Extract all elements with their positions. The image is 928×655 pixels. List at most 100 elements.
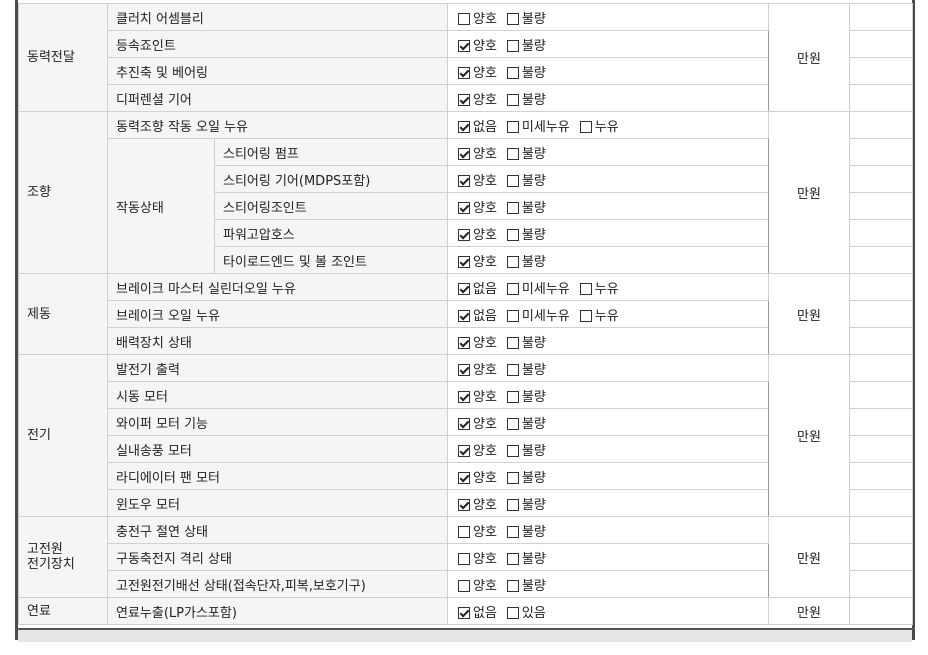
- checkbox[interactable]: [458, 579, 470, 592]
- checkbox[interactable]: [506, 12, 519, 25]
- option[interactable]: 양호: [458, 359, 497, 378]
- option[interactable]: 불량: [506, 575, 546, 594]
- checkbox[interactable]: [506, 552, 519, 565]
- checkbox[interactable]: [579, 282, 592, 295]
- option[interactable]: 없음: [458, 602, 497, 621]
- checkbox[interactable]: [506, 417, 519, 430]
- checkbox[interactable]: [506, 120, 519, 133]
- input-cell[interactable]: [849, 111, 913, 139]
- option[interactable]: 양호: [458, 8, 497, 27]
- checkbox[interactable]: [458, 390, 470, 403]
- option[interactable]: 양호: [458, 494, 497, 513]
- option[interactable]: 없음: [458, 278, 497, 297]
- checkbox[interactable]: [458, 471, 470, 484]
- option[interactable]: 양호: [458, 251, 497, 270]
- checkbox[interactable]: [458, 147, 470, 160]
- checkbox[interactable]: [506, 525, 519, 538]
- checkbox[interactable]: [458, 39, 470, 52]
- option[interactable]: 양호: [458, 440, 497, 459]
- option[interactable]: 양호: [458, 224, 497, 243]
- checkbox[interactable]: [506, 255, 519, 268]
- option[interactable]: 불량: [506, 251, 546, 270]
- option[interactable]: 양호: [458, 386, 497, 405]
- option[interactable]: 누유: [579, 305, 619, 324]
- option[interactable]: 양호: [458, 413, 497, 432]
- checkbox[interactable]: [458, 444, 470, 457]
- input-cell[interactable]: [849, 219, 913, 247]
- option[interactable]: 불량: [506, 386, 546, 405]
- option[interactable]: 불량: [506, 440, 546, 459]
- checkbox[interactable]: [579, 309, 592, 322]
- option[interactable]: 없음: [458, 116, 497, 135]
- checkbox[interactable]: [458, 228, 470, 241]
- input-cell[interactable]: [849, 570, 913, 598]
- checkbox[interactable]: [458, 174, 470, 187]
- input-cell[interactable]: [849, 138, 913, 166]
- checkbox[interactable]: [506, 390, 519, 403]
- option[interactable]: 양호: [458, 575, 497, 594]
- input-cell[interactable]: [849, 3, 913, 31]
- checkbox[interactable]: [458, 12, 470, 25]
- option[interactable]: 불량: [506, 170, 546, 189]
- option[interactable]: 양호: [458, 521, 497, 540]
- option[interactable]: 양호: [458, 197, 497, 216]
- option[interactable]: 불량: [506, 143, 546, 162]
- option[interactable]: 미세누유: [506, 116, 570, 135]
- checkbox[interactable]: [506, 39, 519, 52]
- option[interactable]: 불량: [506, 548, 546, 567]
- option[interactable]: 없음: [458, 305, 497, 324]
- input-cell[interactable]: [849, 165, 913, 193]
- checkbox[interactable]: [458, 201, 470, 214]
- option[interactable]: 누유: [579, 116, 619, 135]
- option[interactable]: 양호: [458, 548, 497, 567]
- checkbox[interactable]: [458, 66, 470, 79]
- checkbox[interactable]: [506, 201, 519, 214]
- option[interactable]: 불량: [506, 494, 546, 513]
- checkbox[interactable]: [506, 282, 519, 295]
- option[interactable]: 불량: [506, 359, 546, 378]
- input-cell[interactable]: [849, 516, 913, 544]
- option[interactable]: 불량: [506, 467, 546, 486]
- checkbox[interactable]: [506, 147, 519, 160]
- option[interactable]: 미세누유: [506, 278, 570, 297]
- input-cell[interactable]: [849, 84, 913, 112]
- input-cell[interactable]: [849, 489, 913, 517]
- checkbox[interactable]: [458, 606, 470, 619]
- checkbox[interactable]: [458, 282, 470, 295]
- checkbox[interactable]: [506, 606, 519, 619]
- checkbox[interactable]: [458, 498, 470, 511]
- input-cell[interactable]: [849, 354, 913, 382]
- input-cell[interactable]: [849, 192, 913, 220]
- input-cell[interactable]: [849, 327, 913, 355]
- option[interactable]: 불량: [506, 521, 546, 540]
- option[interactable]: 양호: [458, 332, 497, 351]
- input-cell[interactable]: [849, 543, 913, 571]
- input-cell[interactable]: [849, 597, 913, 625]
- checkbox[interactable]: [506, 363, 519, 376]
- checkbox[interactable]: [458, 336, 470, 349]
- input-cell[interactable]: [849, 246, 913, 274]
- checkbox[interactable]: [458, 363, 470, 376]
- checkbox[interactable]: [506, 471, 519, 484]
- checkbox[interactable]: [579, 120, 592, 133]
- option[interactable]: 불량: [506, 35, 546, 54]
- option[interactable]: 누유: [579, 278, 619, 297]
- option[interactable]: 양호: [458, 467, 497, 486]
- checkbox[interactable]: [506, 498, 519, 511]
- input-cell[interactable]: [849, 300, 913, 328]
- option[interactable]: 양호: [458, 35, 497, 54]
- option[interactable]: 불량: [506, 224, 546, 243]
- checkbox[interactable]: [506, 66, 519, 79]
- option[interactable]: 양호: [458, 62, 497, 81]
- checkbox[interactable]: [506, 93, 519, 106]
- option[interactable]: 있음: [506, 602, 546, 621]
- checkbox[interactable]: [458, 120, 470, 133]
- checkbox[interactable]: [506, 444, 519, 457]
- option[interactable]: 양호: [458, 89, 497, 108]
- option[interactable]: 불량: [506, 8, 546, 27]
- checkbox[interactable]: [458, 525, 470, 538]
- option[interactable]: 미세누유: [506, 305, 570, 324]
- input-cell[interactable]: [849, 30, 913, 58]
- input-cell[interactable]: [849, 408, 913, 436]
- checkbox[interactable]: [458, 552, 470, 565]
